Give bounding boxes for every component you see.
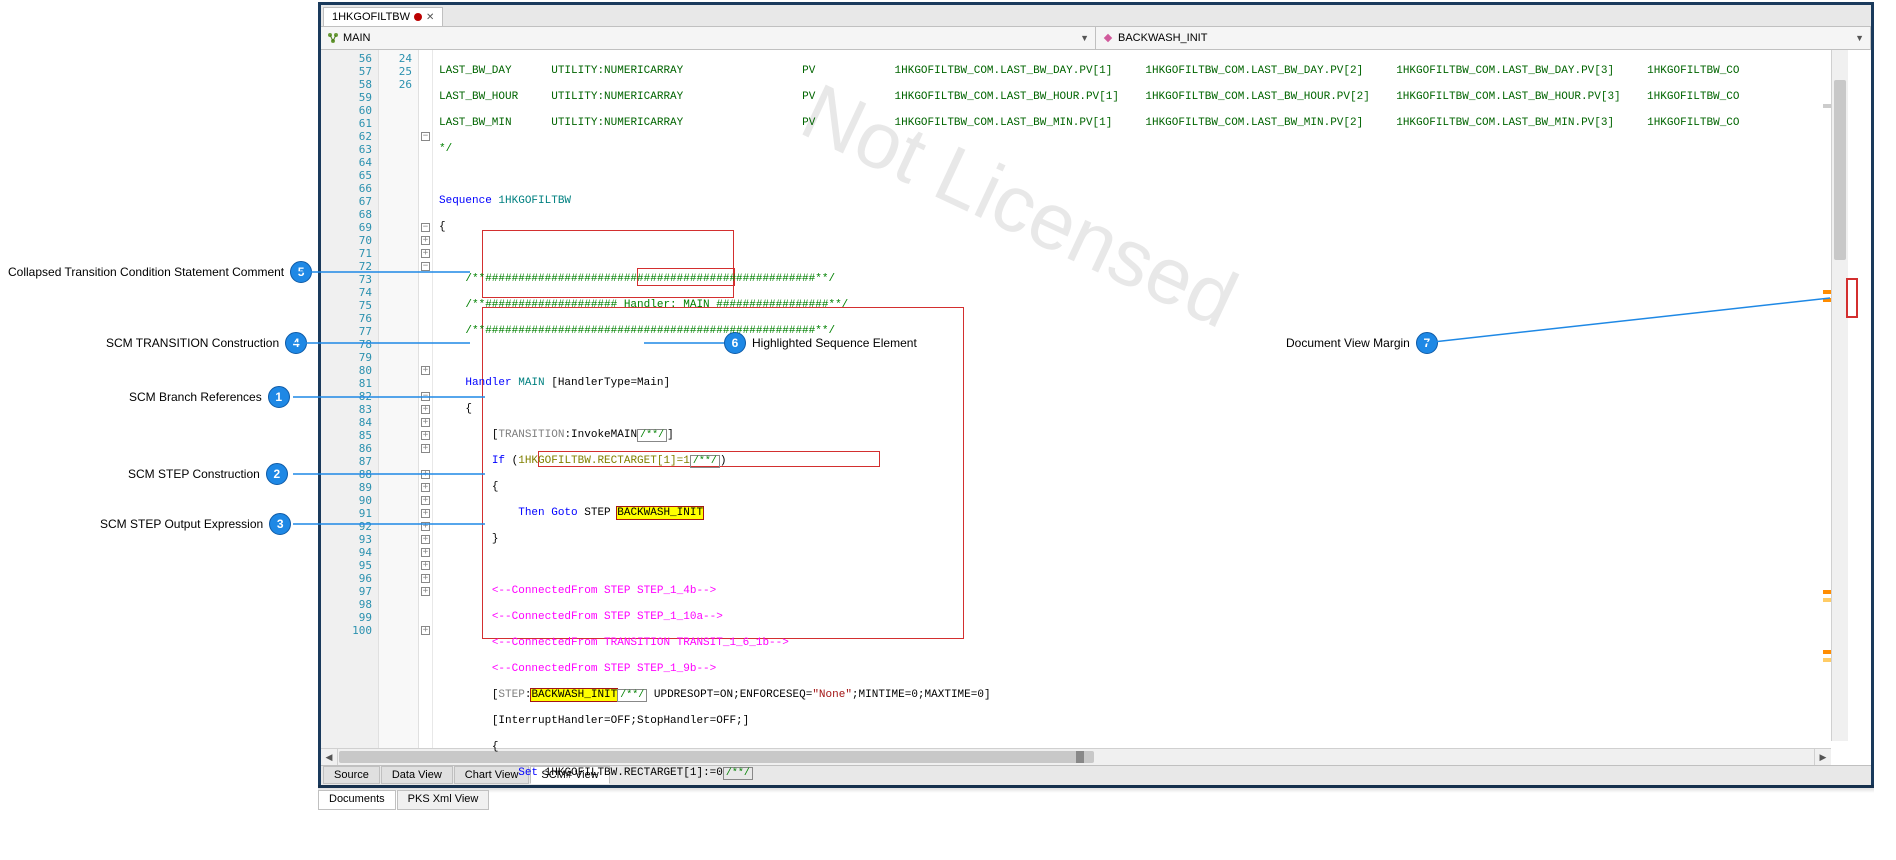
fold-toggle[interactable]: + bbox=[419, 234, 432, 247]
callout-2: SCM STEP Construction2 bbox=[128, 463, 288, 485]
highlighted-element: BACKWASH_INIT bbox=[531, 689, 617, 701]
scroll-left-icon[interactable]: ◀ bbox=[321, 749, 338, 765]
fold-toggle[interactable]: + bbox=[419, 468, 432, 481]
fold-toggle[interactable]: + bbox=[419, 364, 432, 377]
callout-3: SCM STEP Output Expression3 bbox=[100, 513, 291, 535]
collapsed-comment[interactable]: /**/ bbox=[617, 689, 647, 702]
fold-toggle[interactable]: − bbox=[419, 221, 432, 234]
fold-toggle[interactable]: − bbox=[419, 260, 432, 273]
nav-member-label: BACKWASH_INIT bbox=[1118, 32, 1207, 44]
fold-toggle[interactable]: + bbox=[419, 533, 432, 546]
bottom-tab-strip: Documents PKS Xml View bbox=[318, 790, 490, 810]
nav-member-dropdown[interactable]: BACKWASH_INIT ▼ bbox=[1096, 27, 1871, 49]
nav-scope-dropdown[interactable]: MAIN ▼ bbox=[321, 27, 1096, 49]
fold-toggle[interactable]: + bbox=[419, 247, 432, 260]
dirty-indicator-icon bbox=[414, 13, 422, 21]
collapsed-comment[interactable]: /**/ bbox=[723, 767, 753, 780]
document-tab[interactable]: 1HKGOFILTBW ✕ bbox=[323, 7, 443, 26]
fold-toggle[interactable]: − bbox=[419, 390, 432, 403]
tab-source[interactable]: Source bbox=[323, 766, 380, 784]
tab-pks-xml[interactable]: PKS Xml View bbox=[397, 790, 490, 810]
fold-toggle[interactable]: + bbox=[419, 403, 432, 416]
tab-documents[interactable]: Documents bbox=[318, 790, 396, 810]
fold-toggle[interactable]: + bbox=[419, 559, 432, 572]
fold-toggle[interactable]: + bbox=[419, 520, 432, 533]
chevron-down-icon: ▼ bbox=[1855, 33, 1864, 43]
secondary-gutter: 24 25 26 bbox=[379, 50, 419, 785]
fold-toggle[interactable]: + bbox=[419, 429, 432, 442]
code-editor[interactable]: Not Licensed 5657585960 6162636465 66676… bbox=[321, 50, 1871, 785]
fold-gutter: − − + + − + − + + + + + + + + + + + + + … bbox=[419, 50, 433, 785]
fold-toggle[interactable]: + bbox=[419, 572, 432, 585]
fold-toggle[interactable]: + bbox=[419, 507, 432, 520]
fold-toggle[interactable]: + bbox=[419, 546, 432, 559]
line-number-gutter: 5657585960 6162636465 6667686970 7172737… bbox=[321, 50, 379, 785]
transition-keyword: TRANSITION bbox=[498, 429, 564, 441]
collapsed-comment[interactable]: /**/ bbox=[690, 455, 720, 468]
fold-toggle[interactable]: + bbox=[419, 481, 432, 494]
fold-toggle[interactable]: + bbox=[419, 624, 432, 637]
callout-1: SCM Branch References1 bbox=[129, 386, 290, 408]
fold-toggle[interactable]: + bbox=[419, 585, 432, 598]
callout-4: SCM TRANSITION Construction4 bbox=[106, 332, 307, 354]
callout-5: Collapsed Transition Condition Statement… bbox=[8, 261, 312, 283]
chevron-down-icon: ▼ bbox=[1080, 33, 1089, 43]
fold-toggle[interactable]: + bbox=[419, 442, 432, 455]
tree-icon bbox=[327, 32, 339, 44]
annotation-box-transition bbox=[483, 231, 733, 297]
fold-toggle[interactable]: + bbox=[419, 416, 432, 429]
collapsed-comment[interactable]: /**/ bbox=[637, 429, 667, 442]
close-icon[interactable]: ✕ bbox=[426, 12, 434, 23]
diamond-icon bbox=[1102, 32, 1114, 44]
highlighted-element: BACKWASH_INIT bbox=[617, 507, 703, 519]
fold-toggle[interactable]: − bbox=[419, 130, 432, 143]
editor-window: 1HKGOFILTBW ✕ MAIN ▼ BACKWASH_INIT ▼ Fin… bbox=[318, 2, 1874, 788]
annotation-box-margin bbox=[1846, 278, 1858, 318]
tab-title: 1HKGOFILTBW bbox=[332, 11, 410, 23]
fold-toggle[interactable]: + bbox=[419, 494, 432, 507]
nav-scope-label: MAIN bbox=[343, 32, 371, 44]
nav-bar: MAIN ▼ BACKWASH_INIT ▼ bbox=[321, 27, 1871, 50]
document-tab-strip: 1HKGOFILTBW ✕ bbox=[321, 5, 1871, 27]
code-text[interactable]: LAST_BW_DAY UTILITY:NUMERICARRAY PV 1HKG… bbox=[433, 50, 1871, 785]
